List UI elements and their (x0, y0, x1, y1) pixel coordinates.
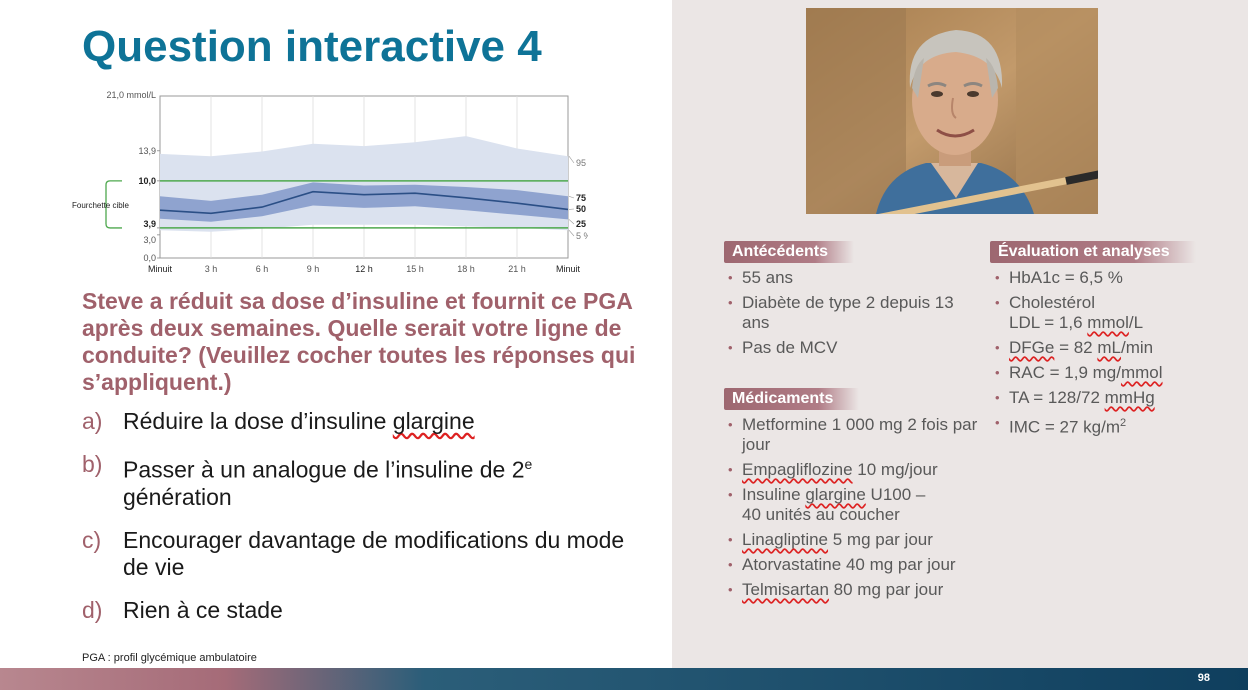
option-c-letter: c) (82, 526, 102, 553)
item-text: U100 – (865, 485, 926, 504)
item-text: /L (1128, 313, 1144, 332)
chart-y-tick-label: 0,0 (143, 253, 156, 263)
spell-word: mmol (1120, 363, 1163, 382)
list-item: Atorvastatine 40 mg par jour (728, 555, 978, 575)
option-d-letter: d) (82, 596, 103, 623)
list-item: Pas de MCV (728, 338, 978, 358)
list-item: Diabète de type 2 depuis 13 ans (728, 293, 978, 333)
list-item: TA = 128/72 mmHg (995, 388, 1230, 408)
item-text: LDL = 1,6 (1009, 313, 1088, 332)
chart-percentile-leader (568, 155, 575, 164)
chart-x-tick-label: Minuit (148, 264, 173, 274)
chart-percentile-leader (568, 219, 575, 225)
chart-y-tick-label: 10,0 (138, 176, 156, 186)
list-item: HbA1c = 6,5 % (995, 268, 1230, 288)
evaluation-list: HbA1c = 6,5 % CholestérolLDL = 1,6 mmol/… (995, 268, 1230, 443)
item-text: Insuline (742, 485, 806, 504)
spell-word: glargine (805, 485, 866, 504)
spell-word: mL (1097, 338, 1121, 357)
chart-x-tick-label: 12 h (355, 264, 373, 274)
chart-x-tick-label: 6 h (256, 264, 269, 274)
option-d[interactable]: d) Rien à ce stade (82, 597, 662, 624)
list-item: IMC = 27 kg/m2 (995, 413, 1230, 438)
chart-x-tick-label: 9 h (307, 264, 320, 274)
list-item: CholestérolLDL = 1,6 mmol/L (995, 293, 1230, 333)
option-b-sup: e (524, 456, 533, 472)
chart-x-tick-label: Minuit (556, 264, 581, 274)
option-a-letter: a) (82, 408, 103, 434)
chart-x-tick-label: 18 h (457, 264, 475, 274)
chart-y-tick-label: 3,0 (143, 235, 156, 245)
chart-percentile-leader (568, 230, 575, 237)
option-b[interactable]: b) Passer à un analogue de l’insuline de… (82, 451, 662, 511)
list-item: RAC = 1,9 mg/mmol (995, 363, 1230, 383)
item-text: = 82 (1054, 338, 1098, 357)
chart-percentile-leader (568, 196, 575, 199)
spell-word: DFGe (1009, 338, 1055, 357)
chart-target-label: Fourchette cible (72, 201, 129, 210)
option-c-text: Encourager davantage de modifications du… (123, 526, 625, 580)
item-sup: 2 (1120, 417, 1127, 429)
footnote: PGA : profil glycémique ambulatoire (82, 652, 257, 664)
medications-heading: Médicaments (724, 388, 860, 410)
option-b-label: Passer à un analogue de l’insuline de 2 (123, 456, 525, 483)
option-d-text: Rien à ce stade (123, 596, 283, 623)
option-a-label: Réduire la dose d’insuline (123, 408, 393, 434)
item-text: Cholestérol (1009, 293, 1095, 312)
agp-chart: 21,0 mmol/L Fourchette cible 13,9 10,0 3,9… (72, 90, 588, 274)
spell-word: Telmisartan (742, 580, 829, 599)
option-a-spell: glargine (392, 408, 475, 434)
page-title: Question interactive 4 (82, 22, 542, 71)
answer-options: a) Réduire la dose d’insuline glargine b… (82, 408, 662, 624)
footer-bar: 98 (0, 668, 1248, 690)
option-b-label-2: génération (123, 483, 232, 510)
item-text: 10 mg/jour (852, 460, 938, 479)
spell-word: Empagliflozine (742, 460, 853, 479)
item-text: RAC = 1,9 mg/ (1009, 363, 1121, 382)
list-item: Telmisartan 80 mg par jour (728, 580, 978, 600)
item-text: TA = 128/72 (1009, 388, 1105, 407)
chart-x-ticks: Minuit 3 h 6 h 9 h 12 h 15 h 18 h 21 h Minuit (148, 264, 581, 274)
chart-x-tick-label: 21 h (508, 264, 526, 274)
chart-x-tick-label: 3 h (205, 264, 218, 274)
chart-percentile-label: 50 % (576, 204, 588, 214)
chart-x-tick-label: 15 h (406, 264, 424, 274)
chart-percentile-labels: 95 % 75 %50 % 25 % 5 % (568, 155, 588, 241)
list-item: 55 ans (728, 268, 978, 288)
option-b-text: Passer à un analogue de l’insuline de 2e… (123, 451, 532, 511)
option-a-text: Réduire la dose d’insuline glargine (123, 408, 475, 435)
spell-word: mmHg (1104, 388, 1155, 407)
antecedents-heading: Antécédents (724, 241, 855, 263)
chart-percentile-label: 5 % (576, 231, 588, 241)
item-text: IMC = 27 kg/m (1009, 417, 1121, 437)
list-item: DFGe = 82 mL/min (995, 338, 1230, 358)
item-text: 40 unités au coucher (742, 505, 900, 524)
list-item: Empagliflozine 10 mg/jour (728, 460, 978, 480)
patient-photo (806, 8, 1098, 214)
item-text: 5 mg par jour (828, 530, 933, 549)
option-c[interactable]: c) Encourager davantage de modifications… (82, 527, 662, 581)
chart-y-ticks: 13,9 10,0 3,9 3,0 0,0 (138, 146, 160, 263)
chart-percentile-label: 25 % (576, 219, 588, 229)
chart-y-tick-label: 3,9 (143, 219, 156, 229)
evaluation-heading: Évaluation et analyses (990, 241, 1196, 263)
chart-y-top-label: 21,0 mmol/L (106, 90, 156, 100)
item-text: 80 mg par jour (828, 580, 944, 599)
option-a[interactable]: a) Réduire la dose d’insuline glargine (82, 408, 662, 435)
chart-y-tick-label: 13,9 (138, 146, 156, 156)
antecedents-list: 55 ans Diabète de type 2 depuis 13 ans P… (728, 268, 978, 363)
chart-percentile-label: 95 % (576, 158, 588, 168)
list-item: Metformine 1 000 mg 2 fois par jour (728, 415, 978, 455)
list-item: Linagliptine 5 mg par jour (728, 530, 978, 550)
medications-list: Metformine 1 000 mg 2 fois par jour Empa… (728, 415, 978, 605)
spell-word: Linagliptine (742, 530, 829, 549)
page-number: 98 (1197, 672, 1210, 684)
list-item: Insuline glargine U100 –40 unités au cou… (728, 485, 978, 525)
option-b-letter: b) (82, 451, 103, 477)
chart-percentile-label: 75 % (576, 193, 588, 203)
item-text: /min (1120, 338, 1154, 357)
question-text: Steve a réduit sa dose d’insuline et fou… (82, 288, 636, 395)
spell-word: mmol (1087, 313, 1129, 332)
